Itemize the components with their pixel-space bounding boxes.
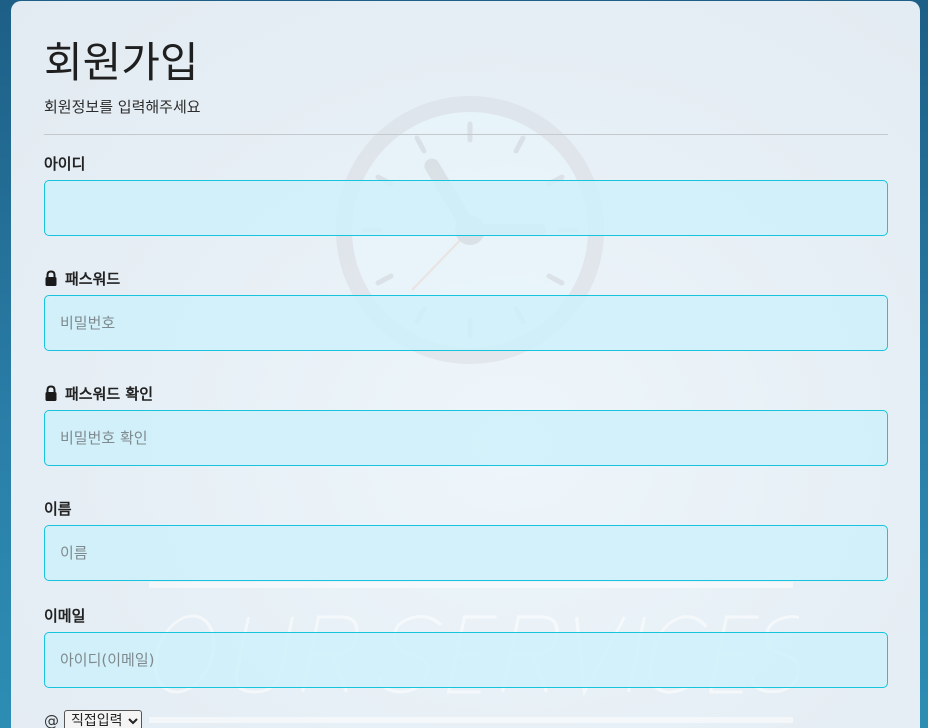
lock-icon <box>45 385 57 401</box>
email-domain-row: @ 직접입력 <box>44 710 142 728</box>
email-id-input[interactable] <box>44 632 888 688</box>
email-label: 이메일 <box>44 605 85 626</box>
password-confirm-label: 패스워드 확인 <box>44 383 153 404</box>
name-label-text: 이름 <box>44 500 72 518</box>
page-title: 회원가입 <box>44 38 199 87</box>
page-subtitle: 회원정보를 입력해주세요 <box>44 98 201 116</box>
divider <box>44 134 888 135</box>
id-label: 아이디 <box>44 153 85 174</box>
name-label: 이름 <box>44 498 72 519</box>
id-input[interactable] <box>44 180 888 236</box>
email-label-text: 이메일 <box>44 607 86 625</box>
lock-icon <box>45 270 57 286</box>
password-label: 패스워드 <box>44 268 120 289</box>
password-confirm-label-text: 패스워드 확인 <box>65 385 154 403</box>
password-input[interactable] <box>44 295 888 351</box>
password-label-text: 패스워드 <box>65 270 121 288</box>
id-label-text: 아이디 <box>44 155 86 173</box>
at-symbol: @ <box>44 712 59 728</box>
signup-card: 회원가입 회원정보를 입력해주세요 아이디 패스워드 패스워드 확인 이름 이름… <box>11 1 920 728</box>
name-input[interactable] <box>44 525 888 581</box>
email-domain-select[interactable]: 직접입력 <box>64 710 142 728</box>
password-confirm-input[interactable] <box>44 410 888 466</box>
